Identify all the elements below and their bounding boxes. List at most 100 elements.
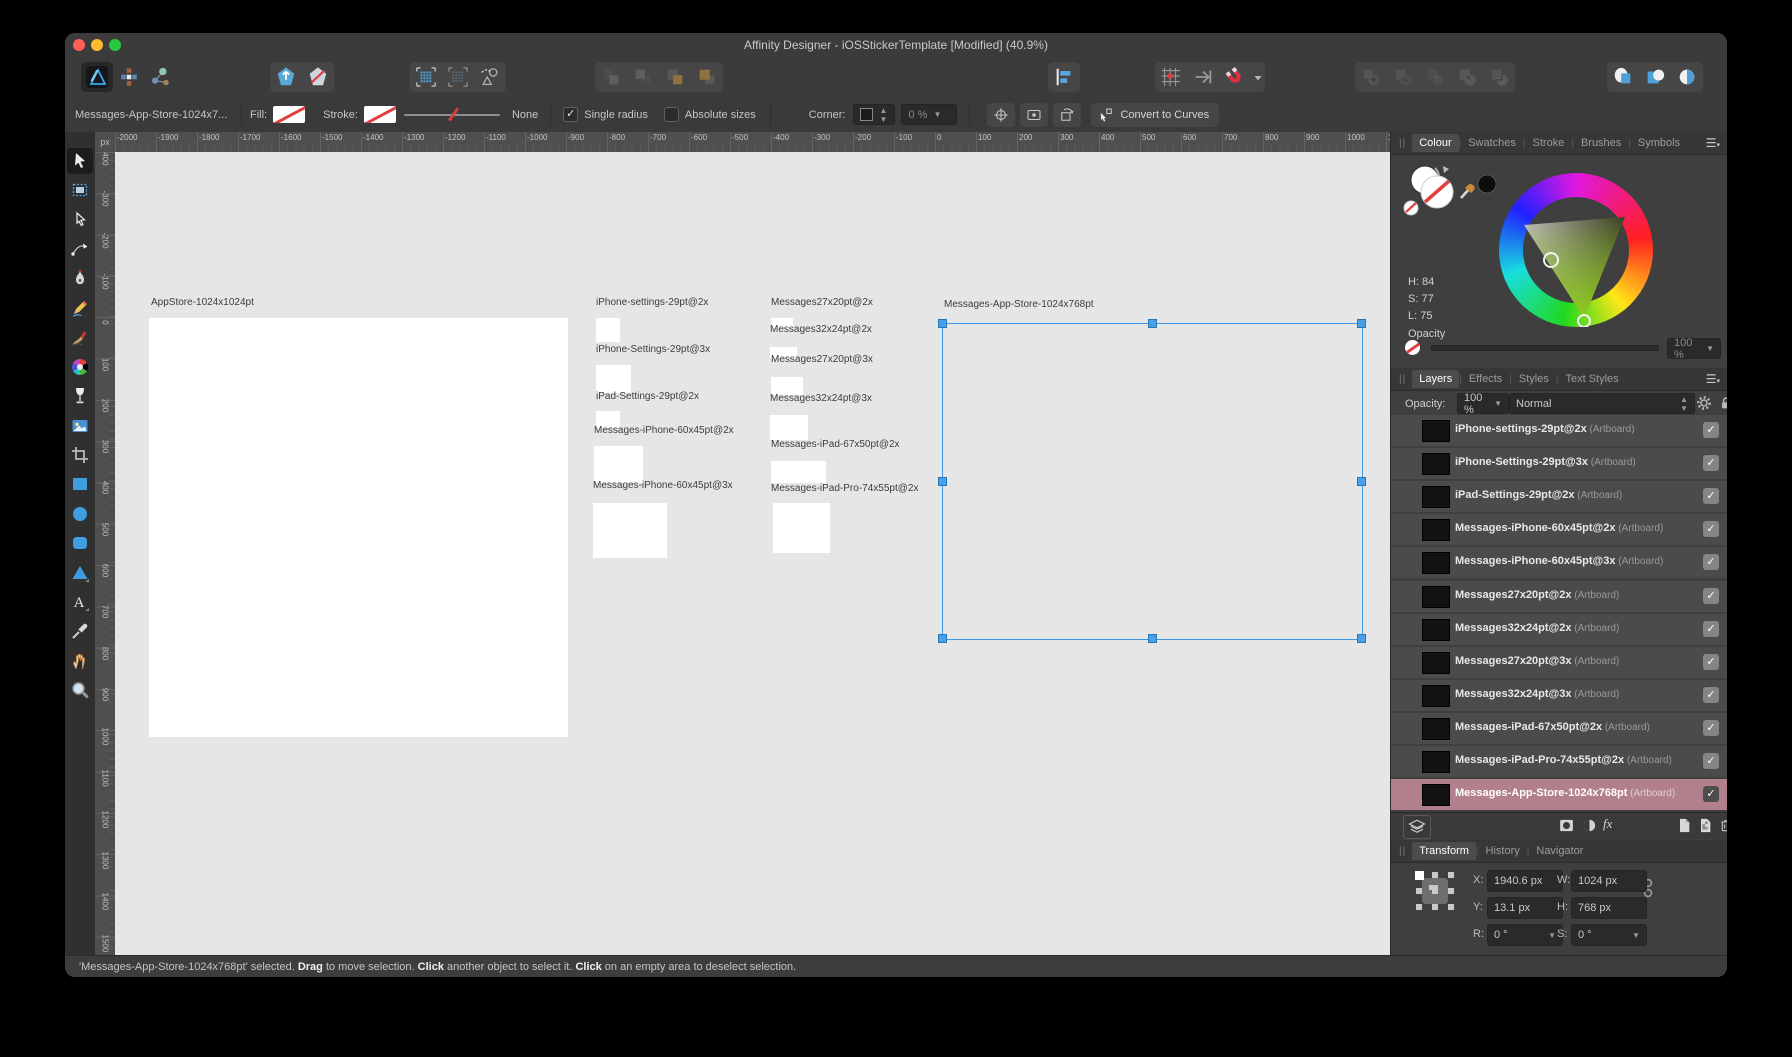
- pixel-persona-button[interactable]: [113, 62, 145, 92]
- layer-thumbnail[interactable]: [1422, 684, 1450, 707]
- selection-handle[interactable]: [1147, 319, 1157, 328]
- fill-swatch[interactable]: [273, 106, 306, 123]
- shape-up-arrow-button[interactable]: [270, 62, 302, 92]
- dropdown-arrow-button[interactable]: [1251, 62, 1265, 92]
- selection-handle[interactable]: [1357, 319, 1366, 328]
- layers-opacity-dropdown[interactable]: 100 % ▼: [1457, 392, 1509, 416]
- bool-intersect-button[interactable]: [1419, 62, 1451, 92]
- single-radius-checkbox[interactable]: ✓: [563, 107, 579, 122]
- view-vector-button[interactable]: [1671, 62, 1703, 92]
- pencil-tool[interactable]: [67, 295, 93, 321]
- artboard[interactable]: [770, 415, 808, 440]
- layer-row[interactable]: Messages32x24pt@2x (Artboard) ✓: [1391, 613, 1727, 647]
- layer-visibility-checkbox[interactable]: ✓: [1703, 422, 1719, 438]
- selection-handle[interactable]: [1357, 634, 1366, 643]
- shape-slash-button[interactable]: [302, 62, 334, 92]
- selection-handle[interactable]: [1147, 634, 1157, 643]
- layer-visibility-checkbox[interactable]: ✓: [1703, 653, 1719, 670]
- rotate-object-button[interactable]: [1053, 102, 1082, 127]
- rotation-centre-button[interactable]: [987, 102, 1016, 127]
- tab-colour[interactable]: Colour: [1412, 134, 1459, 152]
- corner-type-dropdown[interactable]: ▲ ▼: [853, 104, 896, 125]
- rounded-rectangle-tool[interactable]: [67, 530, 93, 556]
- mask-layer-icon[interactable]: [1558, 817, 1575, 834]
- layer-thumbnail[interactable]: [1422, 751, 1450, 773]
- transform-r-field[interactable]: 0 ° ▼: [1487, 924, 1563, 946]
- insert-inside-button[interactable]: [659, 62, 691, 92]
- blend-mode-dropdown[interactable]: Normal ▲ ▼: [1509, 393, 1695, 414]
- layer-visibility-checkbox[interactable]: ✓: [1703, 488, 1719, 505]
- arrange-forward-button[interactable]: [627, 62, 659, 92]
- panel-menu-icon[interactable]: ☰▾: [1706, 372, 1720, 386]
- insert-behind-button[interactable]: [691, 62, 723, 92]
- lock-icon[interactable]: [1718, 394, 1727, 412]
- affinity-designer-logo-button[interactable]: [81, 62, 113, 92]
- panel-grip[interactable]: ||: [1399, 138, 1406, 149]
- artboard[interactable]: [596, 365, 631, 393]
- snap-grid-button[interactable]: [1155, 62, 1187, 92]
- layer-row[interactable]: Messages-iPad-67x50pt@2x (Artboard) ✓: [1391, 712, 1727, 746]
- bool-xor-button[interactable]: [1451, 62, 1483, 92]
- adjustment-layer-icon[interactable]: [1581, 817, 1598, 834]
- colour-opacity-dropdown[interactable]: 100 % ▼: [1667, 337, 1721, 361]
- layer-row[interactable]: iPad-Settings-29pt@2x (Artboard) ✓: [1391, 481, 1727, 515]
- tab-effects[interactable]: Effects: [1462, 370, 1509, 388]
- tab-text-styles[interactable]: Text Styles: [1558, 370, 1625, 388]
- convert-to-curves-button[interactable]: Convert to Curves: [1091, 102, 1220, 127]
- layer-row[interactable]: Messages-iPhone-60x45pt@2x (Artboard) ✓: [1391, 514, 1727, 548]
- tab-stroke[interactable]: Stroke: [1526, 134, 1572, 152]
- layer-row[interactable]: Messages27x20pt@3x (Artboard) ✓: [1391, 646, 1727, 680]
- artboard[interactable]: [149, 318, 568, 737]
- artboard[interactable]: [593, 503, 667, 558]
- layer-row[interactable]: Messages-iPhone-60x45pt@3x (Artboard) ✓: [1391, 547, 1727, 581]
- layer-row[interactable]: Messages32x24pt@3x (Artboard) ✓: [1391, 679, 1727, 713]
- magnet-button[interactable]: [1219, 62, 1251, 92]
- transform-s-field[interactable]: 0 ° ▼: [1571, 924, 1647, 946]
- fill-stroke-swatches[interactable]: [1399, 158, 1499, 222]
- layer-visibility-checkbox[interactable]: ✓: [1703, 786, 1719, 803]
- layers-stack-button[interactable]: [1403, 815, 1431, 839]
- triangle-tool[interactable]: [67, 560, 93, 586]
- fill-gradient-tool[interactable]: [67, 354, 93, 380]
- bool-add-button[interactable]: [1355, 62, 1387, 92]
- view-pixel-button[interactable]: [1639, 62, 1671, 92]
- layer-row[interactable]: iPhone-settings-29pt@2x (Artboard) ✓: [1391, 415, 1727, 448]
- tab-brushes[interactable]: Brushes: [1574, 134, 1628, 152]
- corner-radius-dropdown[interactable]: 0 % ▼: [901, 104, 958, 125]
- layer-visibility-checkbox[interactable]: ✓: [1703, 753, 1719, 769]
- artboard[interactable]: [942, 323, 1363, 640]
- layer-visibility-checkbox[interactable]: ✓: [1703, 455, 1719, 472]
- tab-transform[interactable]: Transform: [1412, 842, 1476, 860]
- selection-handle[interactable]: [938, 634, 947, 643]
- lasso-shapes-button[interactable]: [474, 62, 506, 92]
- point-transform-tool[interactable]: [67, 236, 93, 262]
- tab-swatches[interactable]: Swatches: [1461, 134, 1523, 152]
- selection-handle[interactable]: [938, 476, 947, 486]
- layer-thumbnail[interactable]: [1422, 717, 1450, 740]
- new-layer-icon[interactable]: [1676, 817, 1692, 834]
- layer-thumbnail[interactable]: [1422, 486, 1450, 509]
- canvas[interactable]: AppStore-1024x1024pt iPhone-settings-29pt…: [115, 152, 1390, 955]
- selection-handle[interactable]: [938, 319, 947, 328]
- pen-tool[interactable]: [67, 266, 93, 292]
- zoom-tool[interactable]: [67, 677, 93, 703]
- bool-divide-button[interactable]: [1483, 62, 1515, 92]
- selection-box-button[interactable]: [1020, 102, 1049, 127]
- panel-grip[interactable]: ||: [1399, 846, 1406, 857]
- gear-icon[interactable]: [1695, 394, 1713, 412]
- colour-wheel[interactable]: [1499, 173, 1653, 327]
- node-tool[interactable]: [67, 207, 93, 233]
- opacity-slider[interactable]: [1431, 345, 1659, 351]
- layer-visibility-checkbox[interactable]: ✓: [1703, 719, 1719, 736]
- layer-thumbnail[interactable]: [1422, 552, 1450, 575]
- layer-thumbnail[interactable]: [1422, 618, 1450, 641]
- layer-visibility-checkbox[interactable]: ✓: [1703, 554, 1719, 571]
- artboard[interactable]: [773, 503, 830, 553]
- transform-w-field[interactable]: 1024 px: [1571, 870, 1647, 892]
- artboard[interactable]: [594, 446, 643, 483]
- layer-thumbnail[interactable]: [1422, 651, 1450, 674]
- brush-tool[interactable]: [67, 324, 93, 350]
- tab-layers[interactable]: Layers: [1412, 370, 1460, 388]
- layer-row[interactable]: Messages27x20pt@2x (Artboard) ✓: [1391, 580, 1727, 614]
- export-persona-button[interactable]: [145, 62, 177, 92]
